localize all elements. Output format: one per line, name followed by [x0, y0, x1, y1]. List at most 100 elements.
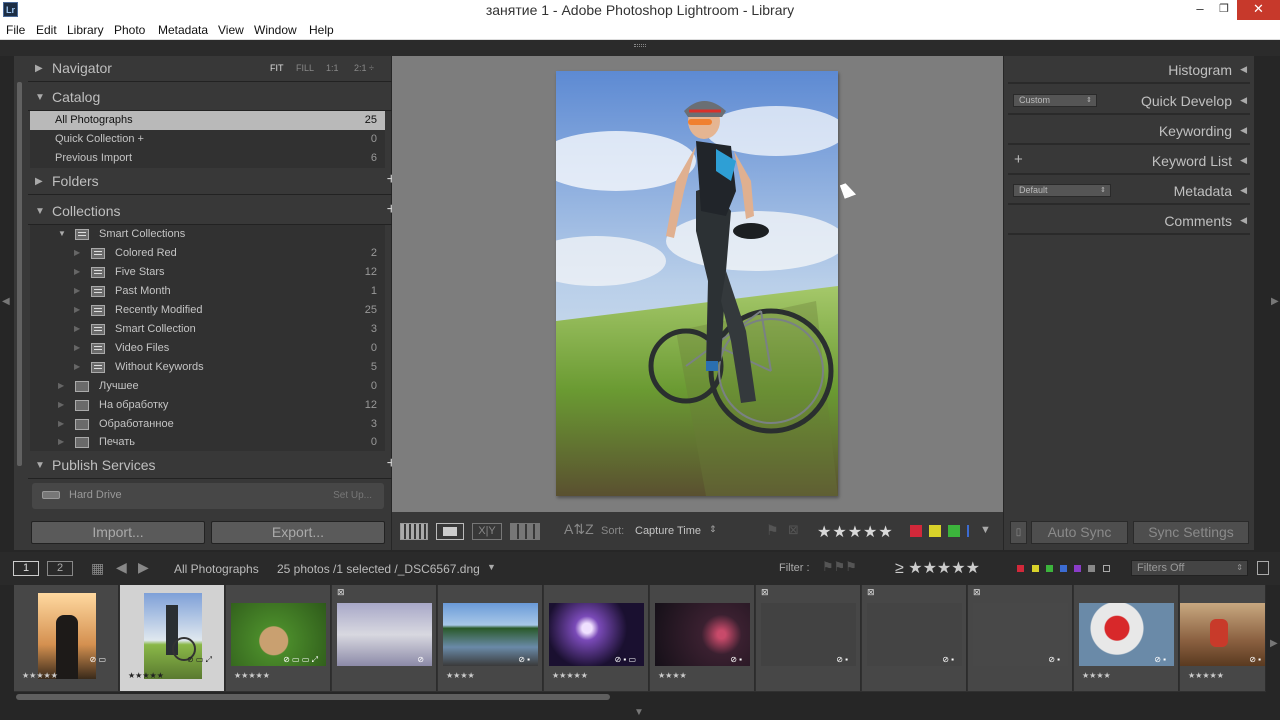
menu-photo[interactable]: Photo	[114, 23, 145, 37]
rating-stars[interactable]: ★★★★★	[817, 522, 894, 542]
color-label-green[interactable]	[948, 525, 960, 537]
filter-rating[interactable]: ≥ ★★★★★	[895, 558, 980, 578]
filmstrip-thumb[interactable]: ⊠ ⊘ ▪	[968, 585, 1073, 691]
menu-library[interactable]: Library	[67, 23, 104, 37]
maximize-button[interactable]: ❐	[1212, 0, 1236, 20]
right-panel-toggle-icon[interactable]: ▶	[1271, 296, 1279, 307]
catalog-item-quick-collection[interactable]: Quick Collection + 0	[30, 130, 385, 149]
smart-collection-video-files[interactable]: ▶ Video Files 0	[30, 339, 385, 358]
menu-window[interactable]: Window	[254, 23, 297, 37]
quick-develop-preset-select[interactable]: Custom ⇕	[1013, 94, 1097, 107]
color-label-blue[interactable]	[967, 525, 969, 537]
keywording-header[interactable]: Keywording ◀	[1008, 117, 1250, 145]
smart-collection-colored-red[interactable]: ▶ Colored Red 2	[30, 244, 385, 263]
filmstrip-thumb[interactable]: ⊘ ▭ ▭ ⤢ ★★★★★	[226, 585, 331, 691]
hard-drive-service[interactable]: Hard Drive Set Up...	[32, 483, 384, 509]
filmstrip-thumb[interactable]: ⊘ ▪ ★★★★	[650, 585, 755, 691]
bottom-panel-toggle-icon[interactable]: ▼	[634, 707, 644, 718]
metadata-header[interactable]: Default ⇕ Metadata ◀	[1008, 177, 1250, 205]
nav-fill-option[interactable]: FILL	[296, 63, 314, 73]
menu-file[interactable]: File	[6, 23, 25, 37]
sync-settings-button[interactable]: Sync Settings	[1133, 521, 1249, 544]
import-button[interactable]: Import...	[31, 521, 205, 544]
metadata-preset-select[interactable]: Default ⇕	[1013, 184, 1111, 197]
close-button[interactable]: ✕	[1237, 0, 1280, 20]
filmstrip-thumb[interactable]: ⊘ ▪ ★★★★★	[1180, 585, 1266, 691]
filmstrip-thumb[interactable]: ⊠ ⊘	[332, 585, 437, 691]
catalog-item-previous-import[interactable]: Previous Import 6	[30, 149, 385, 168]
publish-services-header[interactable]: ▼ Publish Services +	[28, 453, 400, 479]
filter-none-icon[interactable]	[1103, 565, 1110, 572]
survey-view-icon[interactable]	[510, 523, 540, 540]
nav-1-1-option[interactable]: 1:1	[326, 63, 339, 73]
filter-purple-icon[interactable]	[1074, 565, 1081, 572]
collection-set-processed[interactable]: ▶ Обработанное 3	[30, 415, 385, 434]
sort-select[interactable]: Capture Time	[635, 525, 701, 537]
filmstrip-thumb-selected[interactable]: ⊘ ▭ ⤢ ★★★★★	[120, 585, 225, 691]
grid-icon[interactable]: ▦	[91, 560, 104, 577]
navigator-header[interactable]: ▶ Navigator FIT FILL 1:1 2:1 ÷	[28, 56, 400, 82]
smart-collection-recently-modified[interactable]: ▶ Recently Modified 25	[30, 301, 385, 320]
top-panel-grip[interactable]	[634, 44, 646, 47]
flag-pick-icon[interactable]: ⚑	[766, 522, 779, 539]
menu-edit[interactable]: Edit	[36, 23, 57, 37]
collections-header[interactable]: ▼ Collections +	[28, 199, 400, 225]
histogram-header[interactable]: Histogram ◀	[1008, 56, 1250, 84]
filter-green-icon[interactable]	[1046, 565, 1053, 572]
left-panel-scrollbar[interactable]	[17, 82, 22, 466]
smart-collection-without-keywords[interactable]: ▶ Without Keywords 5	[30, 358, 385, 377]
add-keyword-icon[interactable]: +	[1014, 151, 1023, 168]
filmstrip-thumb[interactable]: ⊘ ▭ ★★★★★	[14, 585, 119, 691]
nav-fit-option[interactable]: FIT	[270, 63, 284, 73]
export-button[interactable]: Export...	[211, 521, 385, 544]
filmstrip-thumb[interactable]: ⊠ ⊘ ▪	[862, 585, 967, 691]
smart-collection-five-stars[interactable]: ▶ Five Stars 12	[30, 263, 385, 282]
collection-set-print[interactable]: ▶ Печать 0	[30, 433, 385, 452]
filmstrip-thumb[interactable]: ⊘ ▪ ★★★★	[1074, 585, 1179, 691]
collection-set-to-process[interactable]: ▶ На обработку 12	[30, 396, 385, 415]
set-up-link[interactable]: Set Up...	[333, 490, 372, 501]
filter-blue-icon[interactable]	[1060, 565, 1067, 572]
smart-collection-smart-collection[interactable]: ▶ Smart Collection 3	[30, 320, 385, 339]
forward-arrow-icon[interactable]: ▶	[138, 559, 149, 576]
back-arrow-icon[interactable]: ◀	[116, 559, 127, 576]
color-label-yellow[interactable]	[929, 525, 941, 537]
loupe-view-icon[interactable]	[436, 523, 464, 540]
menu-metadata[interactable]: Metadata	[158, 23, 208, 37]
filmstrip-thumb[interactable]: ⊘ ▪ ★★★★	[438, 585, 543, 691]
main-photo[interactable]	[556, 71, 838, 496]
comments-header[interactable]: Comments ◀	[1008, 207, 1250, 235]
source-label[interactable]: All Photographs	[174, 562, 259, 576]
toolbar-menu-chevron-icon[interactable]: ▼	[980, 524, 991, 536]
main-window-button[interactable]: 1	[13, 561, 39, 576]
minimize-button[interactable]: –	[1188, 0, 1212, 20]
filmstrip-thumb[interactable]: ⊠ ⊘ ▪	[756, 585, 861, 691]
smart-collection-past-month[interactable]: ▶ Past Month 1	[30, 282, 385, 301]
left-panel-toggle-icon[interactable]: ◀	[2, 296, 10, 307]
folders-header[interactable]: ▶ Folders +	[28, 169, 400, 195]
filmstrip-scrollbar[interactable]	[16, 694, 610, 700]
filter-gray-icon[interactable]	[1088, 565, 1095, 572]
collection-set-best[interactable]: ▶ Лучшее 0	[30, 377, 385, 396]
flag-reject-icon[interactable]: ⊠	[788, 522, 799, 538]
photo-count-info[interactable]: 25 photos /1 selected /_DSC6567.dng	[277, 562, 480, 576]
filter-preset-select[interactable]: Filters Off ⇕	[1131, 560, 1248, 576]
catalog-item-all-photographs[interactable]: All Photographs 25	[30, 111, 385, 130]
secondary-window-button[interactable]: 2	[47, 561, 73, 576]
catalog-header[interactable]: ▼ Catalog	[28, 85, 400, 111]
quick-develop-header[interactable]: Custom ⇕ Quick Develop ◀	[1008, 87, 1250, 115]
menu-view[interactable]: View	[218, 23, 244, 37]
menu-help[interactable]: Help	[309, 23, 334, 37]
filter-flags-icon[interactable]: ⚑⚑⚑	[822, 559, 857, 575]
smart-collections-set[interactable]: ▼ Smart Collections	[30, 225, 385, 244]
filter-red-icon[interactable]	[1017, 565, 1024, 572]
compare-view-icon[interactable]: X|Y	[472, 523, 502, 540]
top-panel-toggle-bar[interactable]	[0, 40, 1280, 56]
keyword-list-header[interactable]: + Keyword List ◀	[1008, 147, 1250, 175]
sync-switch-icon[interactable]: ▯	[1010, 521, 1027, 544]
filter-yellow-icon[interactable]	[1032, 565, 1039, 572]
grid-view-icon[interactable]	[400, 523, 428, 540]
color-label-red[interactable]	[910, 525, 922, 537]
filmstrip-thumb[interactable]: ⊘ ▪ ▭ ★★★★★	[544, 585, 649, 691]
sort-direction-icon[interactable]: A⇅Z	[564, 521, 594, 538]
